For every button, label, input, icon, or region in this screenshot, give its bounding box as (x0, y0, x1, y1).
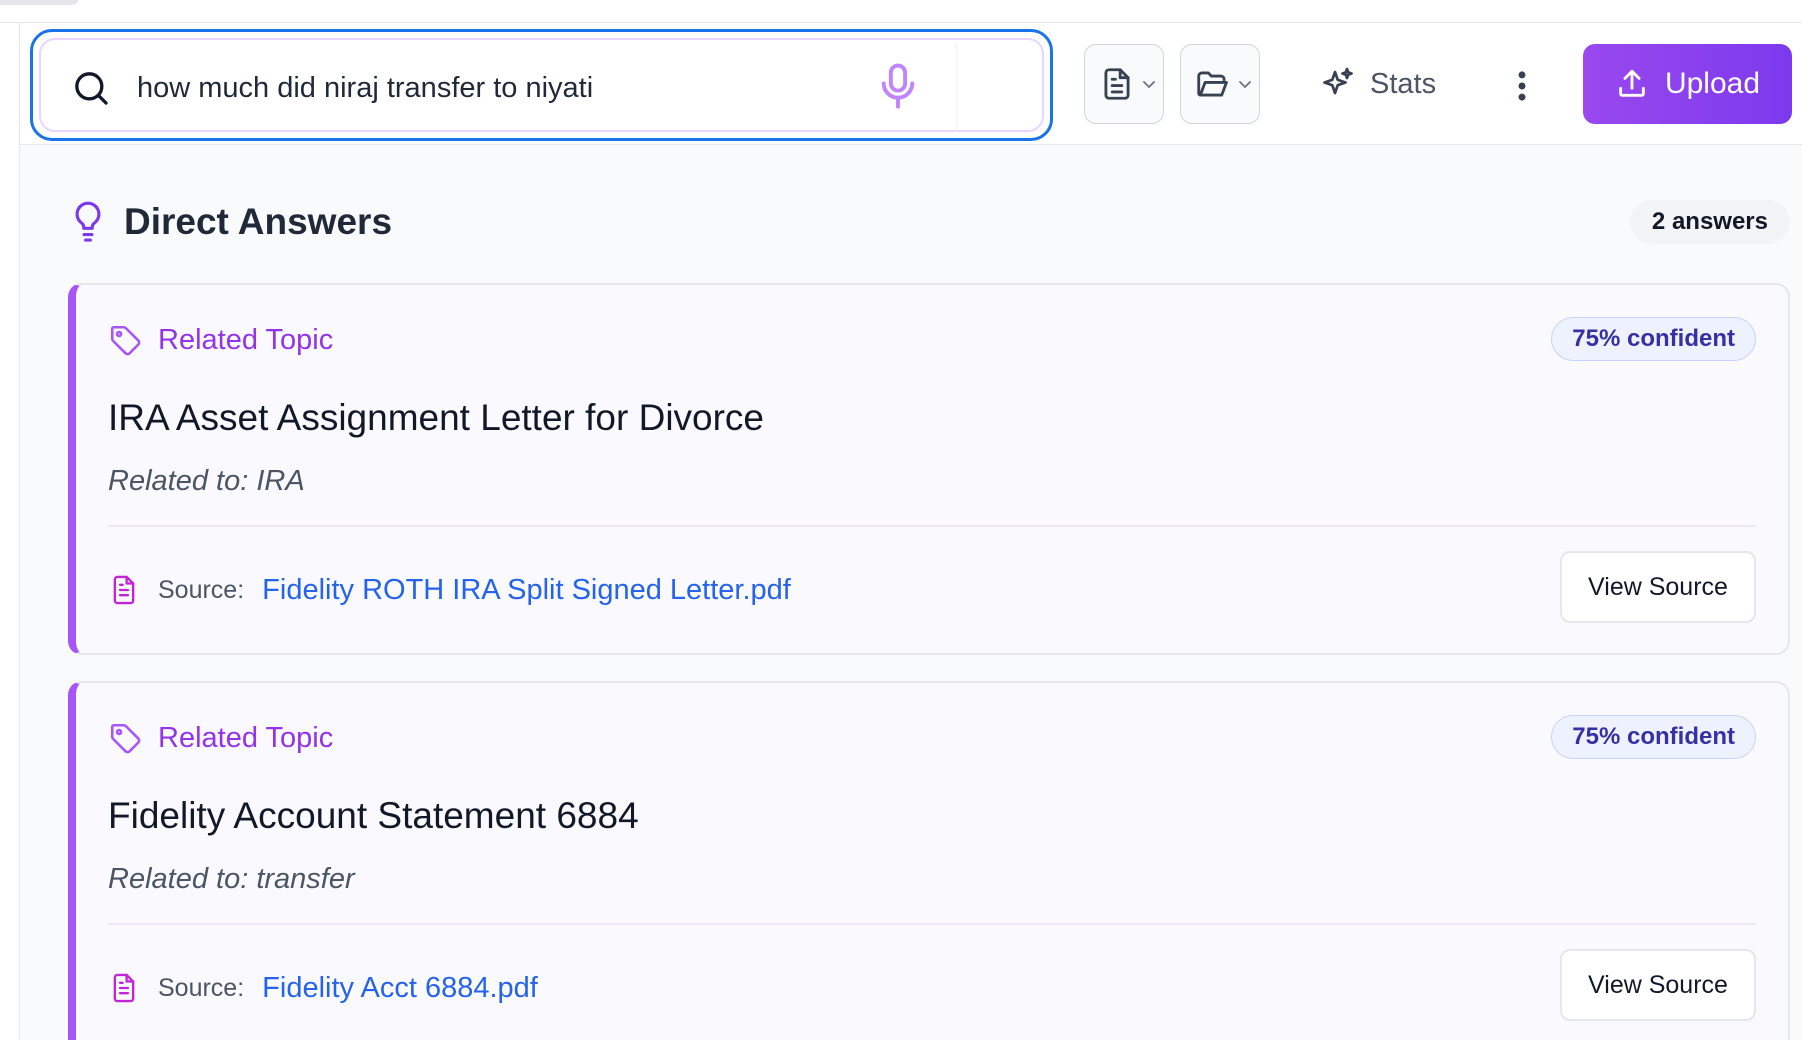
tag-icon (110, 325, 141, 356)
source-row: Source: Fidelity Acct 6884.pdf (108, 963, 538, 1013)
sparkles-icon (1323, 67, 1353, 95)
confidence-badge: 75% confident (1551, 715, 1756, 759)
chevron-down-icon (1143, 81, 1155, 89)
file-text-icon (113, 973, 135, 1003)
folder-filter-dropdown[interactable] (1180, 44, 1260, 124)
card-divider (108, 923, 1756, 925)
file-text-icon (113, 575, 135, 605)
tab-edge (0, 0, 78, 5)
lightbulb-icon (75, 201, 101, 242)
search-divider (956, 44, 957, 132)
related-to-text: Related to: IRA (108, 465, 305, 497)
topic-tag-label: Related Topic (158, 721, 334, 754)
answer-title: IRA Asset Assignment Letter for Divorce (108, 397, 765, 438)
upload-icon (1619, 69, 1645, 97)
direct-answers-header: Direct Answers 2 answers (68, 198, 1790, 246)
stats-button[interactable]: Stats (1320, 59, 1436, 109)
search-icon (75, 72, 108, 105)
answer-title: Fidelity Account Statement 6884 (108, 795, 639, 836)
topic-tag-label: Related Topic (158, 323, 334, 356)
chevron-down-icon (1239, 81, 1251, 89)
document-icon (1104, 68, 1130, 100)
topic-tag: Related Topic (108, 713, 333, 763)
answer-card: Related Topic 75% confident Fidelity Acc… (68, 681, 1790, 1040)
tag-icon (110, 723, 141, 754)
upload-button[interactable]: Upload (1583, 44, 1792, 124)
source-file-link[interactable]: Fidelity ROTH IRA Split Signed Letter.pd… (262, 574, 791, 607)
document-filter-dropdown[interactable] (1084, 44, 1164, 124)
view-source-button[interactable]: View Source (1560, 551, 1756, 623)
view-source-button[interactable]: View Source (1560, 949, 1756, 1021)
browser-top-strip (0, 0, 1802, 23)
source-label: Source: (158, 575, 245, 604)
upload-label: Upload (1664, 67, 1761, 100)
card-divider (108, 525, 1756, 527)
microphone-icon[interactable] (876, 62, 920, 112)
app-page: how much did niraj transfer to niyati St… (0, 0, 1802, 1040)
topic-tag: Related Topic (108, 315, 333, 365)
answer-count-badge: 2 answers (1629, 200, 1790, 244)
confidence-badge: 75% confident (1551, 317, 1756, 361)
section-title: Direct Answers (124, 201, 393, 242)
source-label: Source: (158, 973, 245, 1002)
stats-label: Stats (1370, 67, 1437, 100)
header-bar: how much did niraj transfer to niyati St… (20, 23, 1802, 145)
related-to-text: Related to: transfer (108, 863, 355, 895)
source-row: Source: Fidelity ROTH IRA Split Signed L… (108, 565, 791, 615)
more-vertical-icon[interactable] (1508, 67, 1536, 105)
left-rail (0, 23, 20, 1040)
search-box[interactable]: how much did niraj transfer to niyati (39, 38, 1044, 132)
search-focus-ring: how much did niraj transfer to niyati (30, 29, 1053, 141)
folder-icon (1197, 71, 1228, 97)
answer-card: Related Topic 75% confident IRA Asset As… (68, 283, 1790, 655)
search-input[interactable]: how much did niraj transfer to niyati (137, 66, 593, 110)
source-file-link[interactable]: Fidelity Acct 6884.pdf (262, 972, 538, 1005)
